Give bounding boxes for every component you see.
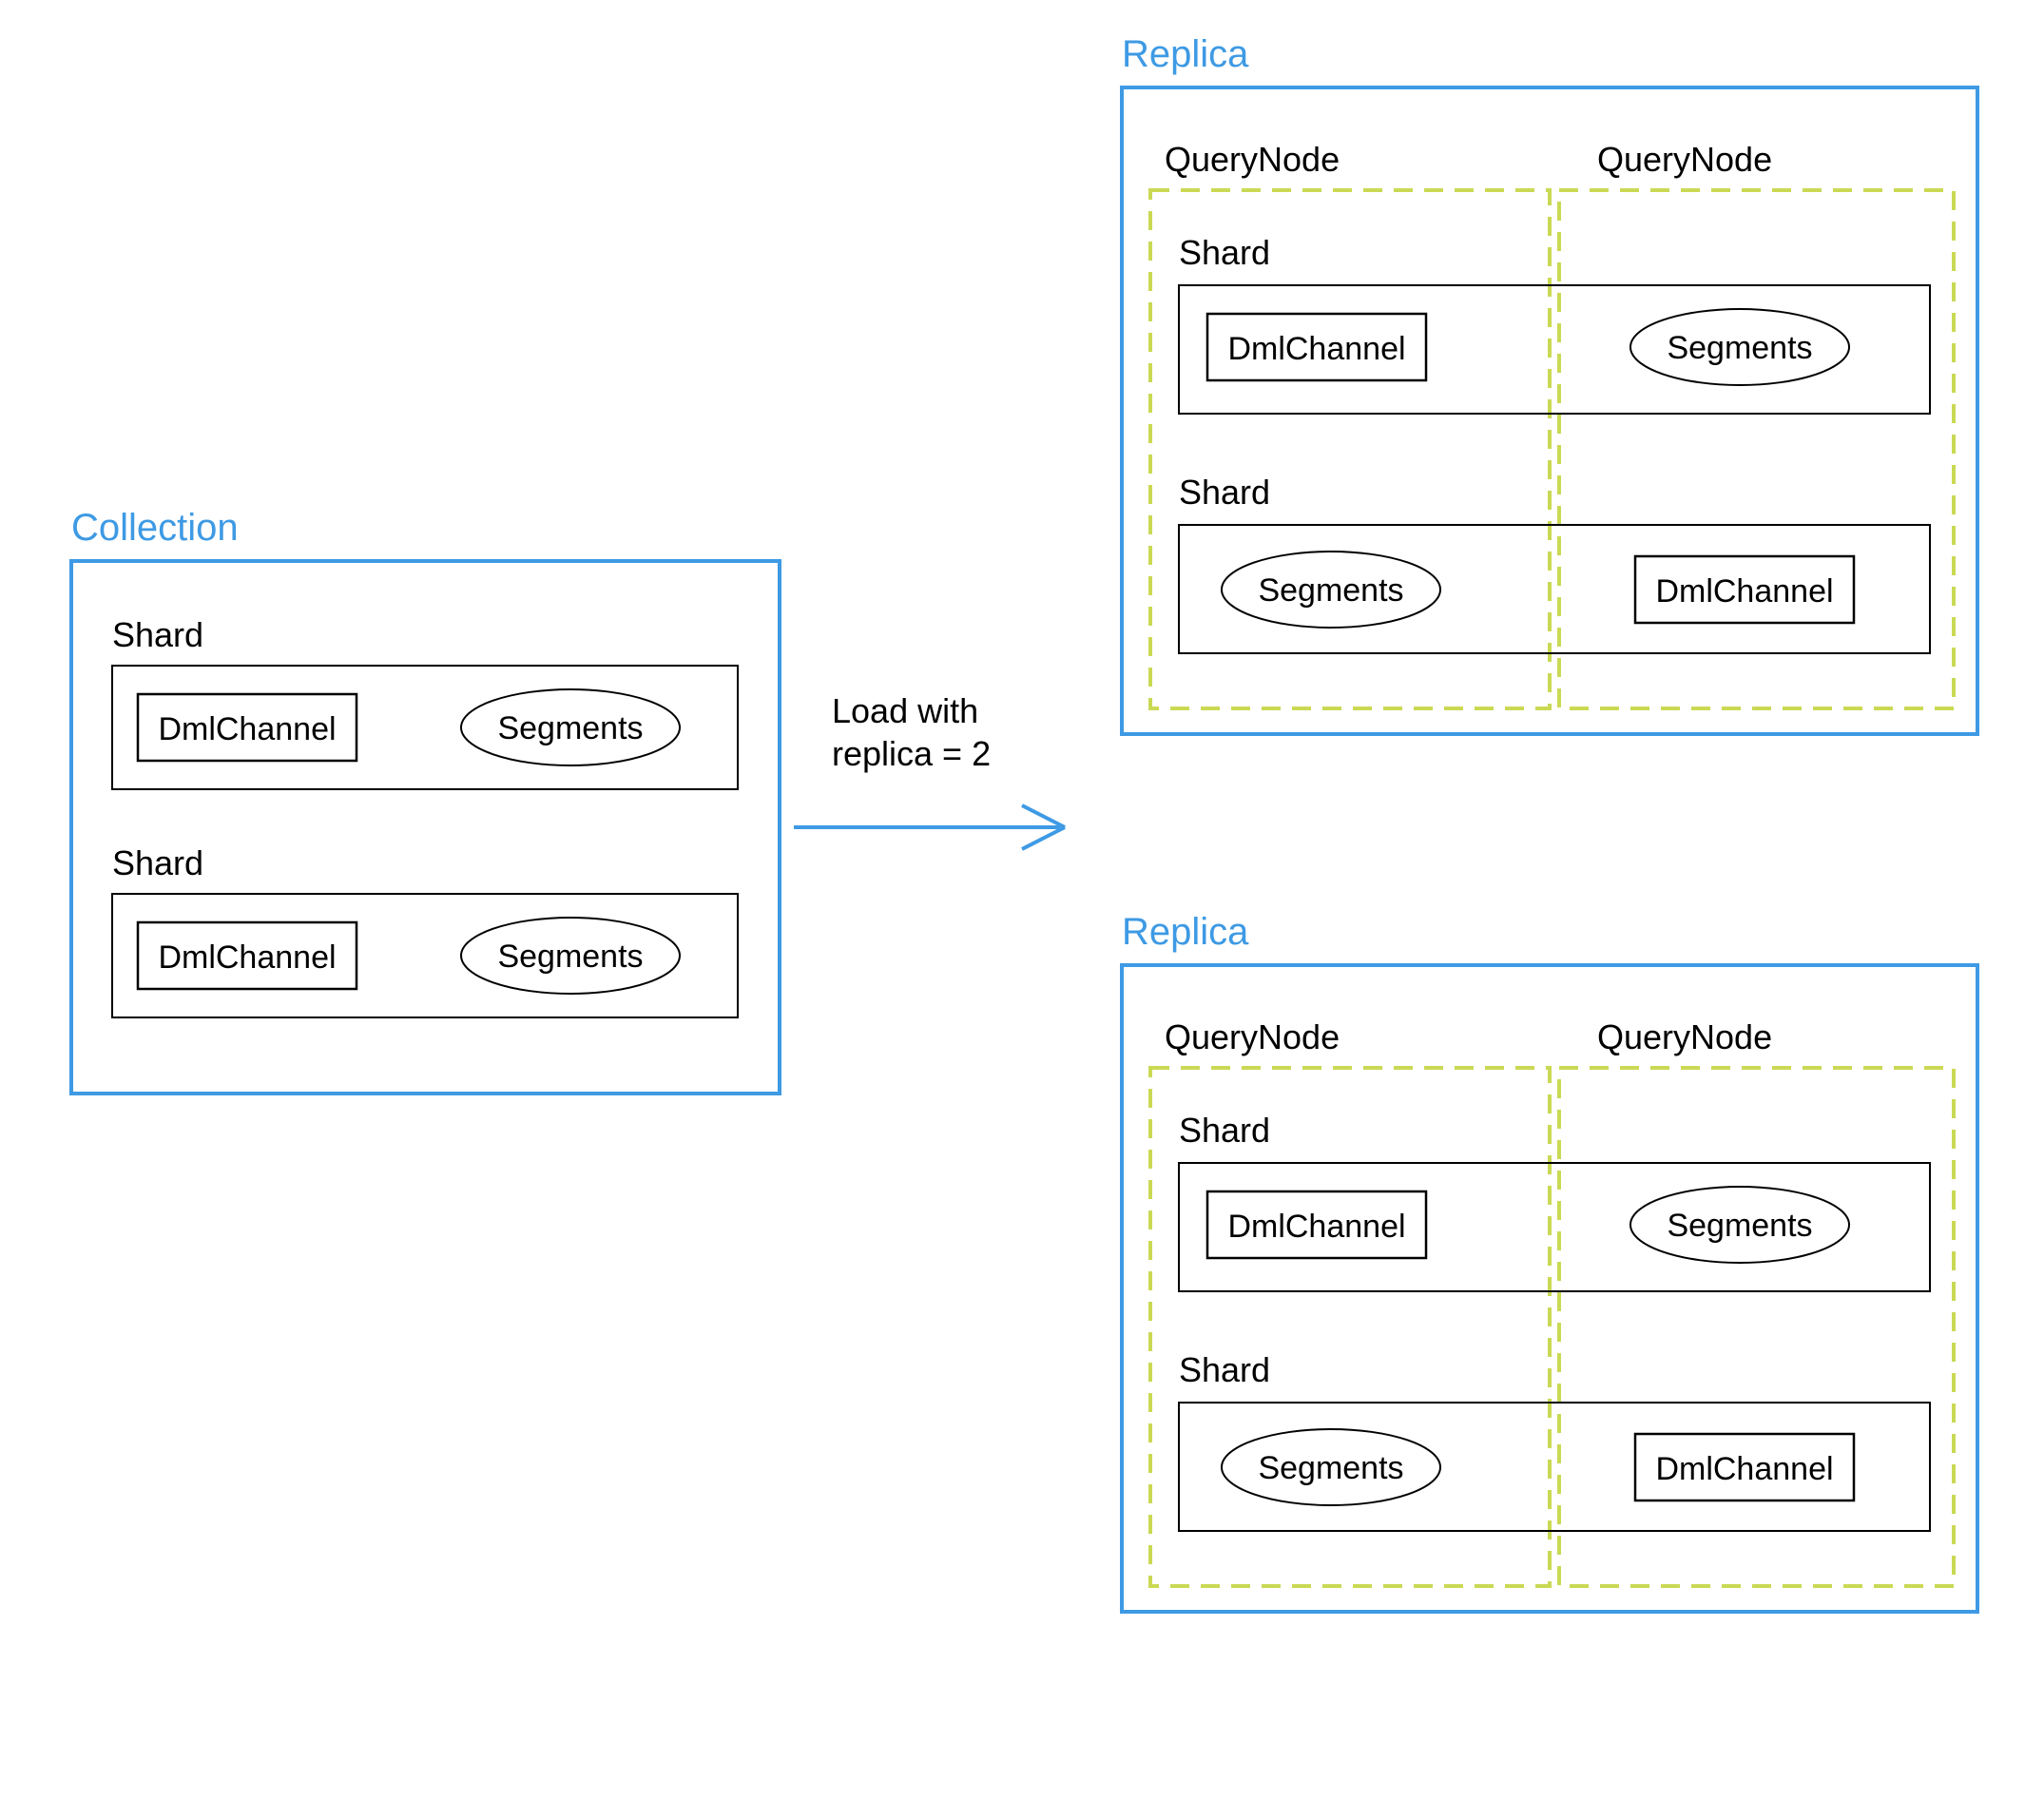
replica1-shard2-dml: DmlChannel	[1655, 573, 1833, 610]
collection-shard2-dml: DmlChannel	[158, 939, 336, 976]
replica2-shard1-label: Shard	[1179, 1111, 1270, 1150]
replica2-shard2-dml: DmlChannel	[1655, 1451, 1833, 1487]
arrow-label-line1: Load with	[832, 691, 978, 730]
replica2-shard2-seg: Segments	[1258, 1450, 1403, 1486]
replica1-shard1-dml: DmlChannel	[1227, 331, 1405, 367]
replica2-shard1-seg: Segments	[1667, 1208, 1812, 1244]
diagram-root: Collection Shard DmlChannel Segments Sha…	[0, 0, 2044, 1820]
replica2-title: Replica	[1122, 911, 1249, 953]
replica2-shard1-dml: DmlChannel	[1227, 1209, 1405, 1245]
collection-shard1-seg: Segments	[497, 710, 643, 746]
replica1-qn2: QueryNode	[1597, 140, 1772, 179]
collection-shard1-dml: DmlChannel	[158, 711, 336, 747]
replica1-shard1-seg: Segments	[1667, 330, 1812, 366]
collection-shard2-seg: Segments	[497, 939, 643, 975]
replica2-qn1: QueryNode	[1165, 1017, 1340, 1056]
arrow-label-line2: replica = 2	[832, 734, 991, 773]
replica1-shard1-label: Shard	[1179, 233, 1270, 272]
replica2-qn2: QueryNode	[1597, 1017, 1772, 1056]
replica1-qn1: QueryNode	[1165, 140, 1340, 179]
replica1-title: Replica	[1122, 33, 1249, 75]
collection-title: Collection	[71, 507, 239, 549]
replica1-shard2-label: Shard	[1179, 473, 1270, 512]
replica2-shard2-label: Shard	[1179, 1350, 1270, 1389]
collection-shard2-label: Shard	[112, 843, 203, 882]
replica1-shard2-seg: Segments	[1258, 572, 1403, 609]
collection-shard1-label: Shard	[112, 615, 203, 654]
